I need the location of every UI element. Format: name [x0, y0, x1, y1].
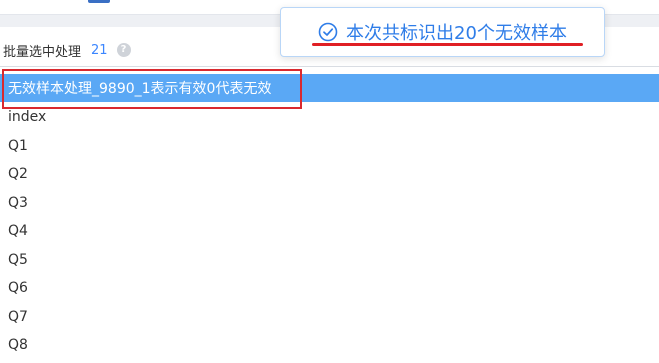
list-item-label: Q7 [8, 309, 28, 325]
list-item-label: Q8 [8, 337, 28, 353]
list-item-q3[interactable]: Q3 [0, 189, 659, 217]
toast-message: 本次共标识出20个无效样本 [346, 23, 567, 44]
list-item-label: Q3 [8, 195, 28, 211]
list-item-invalid-sample[interactable]: 无效样本处理_9890_1表示有效0代表无效 [0, 74, 659, 102]
list-item-label: Q2 [8, 166, 28, 182]
list-item-label: Q4 [8, 223, 28, 239]
list-item-q5[interactable]: Q5 [0, 246, 659, 274]
question-circle-icon[interactable]: ? [116, 43, 131, 57]
list-item-q6[interactable]: Q6 [0, 274, 659, 302]
list-item-label: Q1 [8, 138, 28, 154]
list-item-q4[interactable]: Q4 [0, 217, 659, 245]
list-item-index[interactable]: index [0, 103, 659, 131]
toast-notification: 本次共标识出20个无效样本 [280, 7, 605, 57]
list-item-label: Q5 [8, 252, 28, 268]
annotation-underline [312, 43, 583, 46]
variable-list: 无效样本处理_9890_1表示有效0代表无效 index Q1 Q2 Q3 Q4… [0, 66, 659, 363]
list-item-q1[interactable]: Q1 [0, 132, 659, 160]
list-item-label: 无效样本处理_9890_1表示有效0代表无效 [8, 81, 272, 97]
check-circle-icon [318, 22, 338, 42]
list-item-label: index [8, 109, 47, 125]
batch-select-label: 批量选中处理 [3, 44, 82, 60]
batch-select-header: 批量选中处理 21 ? [3, 41, 131, 60]
list-item-q2[interactable]: Q2 [0, 160, 659, 188]
list-item-label: Q6 [8, 280, 28, 296]
list-item-q8[interactable]: Q8 [0, 331, 659, 359]
list-item-q7[interactable]: Q7 [0, 303, 659, 331]
active-tab-indicator [88, 0, 110, 3]
batch-select-count: 21 [91, 42, 108, 58]
